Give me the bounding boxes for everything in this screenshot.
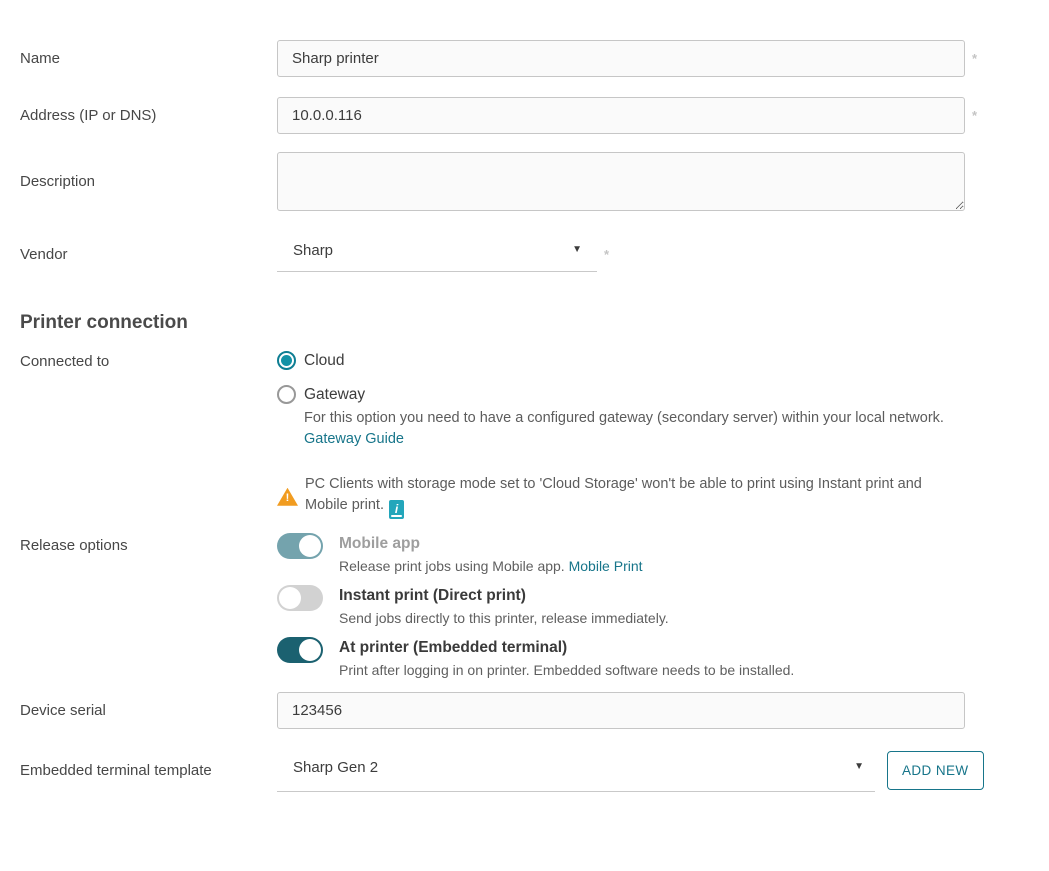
toggle-group-instant-print: Instant print (Direct print) Send jobs d… <box>277 585 794 626</box>
connected-to-label: Connected to <box>20 351 277 370</box>
field-row-terminal-template: Embedded terminal template Sharp Gen 2 ▼… <box>20 749 1049 792</box>
printer-edit-form: Name * Address (IP or DNS) * Description… <box>0 0 1049 792</box>
connected-to-options: Cloud Gateway For this option you need t… <box>277 351 965 519</box>
mobile-print-link[interactable]: Mobile Print <box>569 558 643 574</box>
required-asterisk: * <box>972 108 977 123</box>
vendor-select[interactable]: Sharp ▼ <box>277 236 597 272</box>
terminal-template-select[interactable]: Sharp Gen 2 ▼ <box>277 749 875 792</box>
info-book-icon[interactable]: i <box>389 500 404 519</box>
field-row-device-serial: Device serial <box>20 692 1049 729</box>
vendor-selected-value: Sharp <box>293 242 333 259</box>
connected-to-row: Connected to Cloud Gateway For this opti… <box>20 351 1049 519</box>
vendor-label: Vendor <box>20 246 277 263</box>
name-input[interactable] <box>277 40 965 77</box>
instant-print-toggle[interactable] <box>277 585 323 611</box>
description-textarea[interactable] <box>277 152 965 211</box>
instant-print-description: Send jobs directly to this printer, rele… <box>339 610 669 626</box>
required-asterisk: * <box>604 247 609 262</box>
mobile-app-toggle[interactable] <box>277 533 323 559</box>
release-options-label: Release options <box>20 533 277 554</box>
at-printer-label: At printer (Embedded terminal) <box>339 639 794 657</box>
at-printer-description: Print after logging in on printer. Embed… <box>339 662 794 678</box>
device-serial-label: Device serial <box>20 702 277 719</box>
chevron-down-icon: ▼ <box>572 244 582 255</box>
release-options-toggles: Mobile app Release print jobs using Mobi… <box>277 533 794 678</box>
terminal-template-selected-value: Sharp Gen 2 <box>293 759 378 776</box>
radio-cloud-label: Cloud <box>304 352 345 370</box>
field-row-name: Name * <box>20 40 1049 77</box>
radio-option-cloud[interactable]: Cloud <box>277 351 965 370</box>
section-title-printer-connection: Printer connection <box>20 312 1049 334</box>
mobile-app-description: Release print jobs using Mobile app. Mob… <box>339 558 643 574</box>
required-asterisk: * <box>972 51 977 66</box>
device-serial-input[interactable] <box>277 692 965 729</box>
radio-option-gateway[interactable]: Gateway <box>277 385 965 404</box>
mobile-app-label: Mobile app <box>339 535 643 553</box>
gateway-note: For this option you need to have a confi… <box>304 408 965 449</box>
field-row-description: Description <box>20 152 1049 211</box>
field-row-vendor: Vendor Sharp ▼ * <box>20 236 1049 272</box>
address-label: Address (IP or DNS) <box>20 107 277 124</box>
chevron-down-icon: ▼ <box>854 761 864 772</box>
release-options-row: Release options Mobile app Release print… <box>20 533 1049 678</box>
name-label: Name <box>20 50 277 67</box>
address-input[interactable] <box>277 97 965 134</box>
toggle-group-mobile-app: Mobile app Release print jobs using Mobi… <box>277 533 794 574</box>
field-row-address: Address (IP or DNS) * <box>20 97 1049 134</box>
terminal-template-label: Embedded terminal template <box>20 762 277 779</box>
at-printer-toggle[interactable] <box>277 637 323 663</box>
cloud-storage-warning: ! PC Clients with storage mode set to 'C… <box>277 474 965 519</box>
add-new-template-button[interactable]: ADD NEW <box>887 751 984 790</box>
radio-cloud-icon[interactable] <box>277 351 296 370</box>
radio-gateway-icon[interactable] <box>277 385 296 404</box>
mobile-app-desc-text: Release print jobs using Mobile app. <box>339 558 565 574</box>
instant-print-label: Instant print (Direct print) <box>339 587 669 605</box>
radio-gateway-label: Gateway <box>304 386 365 404</box>
warning-text-wrap: PC Clients with storage mode set to 'Clo… <box>305 474 965 519</box>
description-label: Description <box>20 173 277 190</box>
gateway-note-text: For this option you need to have a confi… <box>304 410 944 426</box>
warning-icon: ! <box>277 488 298 506</box>
gateway-guide-link[interactable]: Gateway Guide <box>304 431 404 447</box>
toggle-group-at-printer: At printer (Embedded terminal) Print aft… <box>277 637 794 678</box>
